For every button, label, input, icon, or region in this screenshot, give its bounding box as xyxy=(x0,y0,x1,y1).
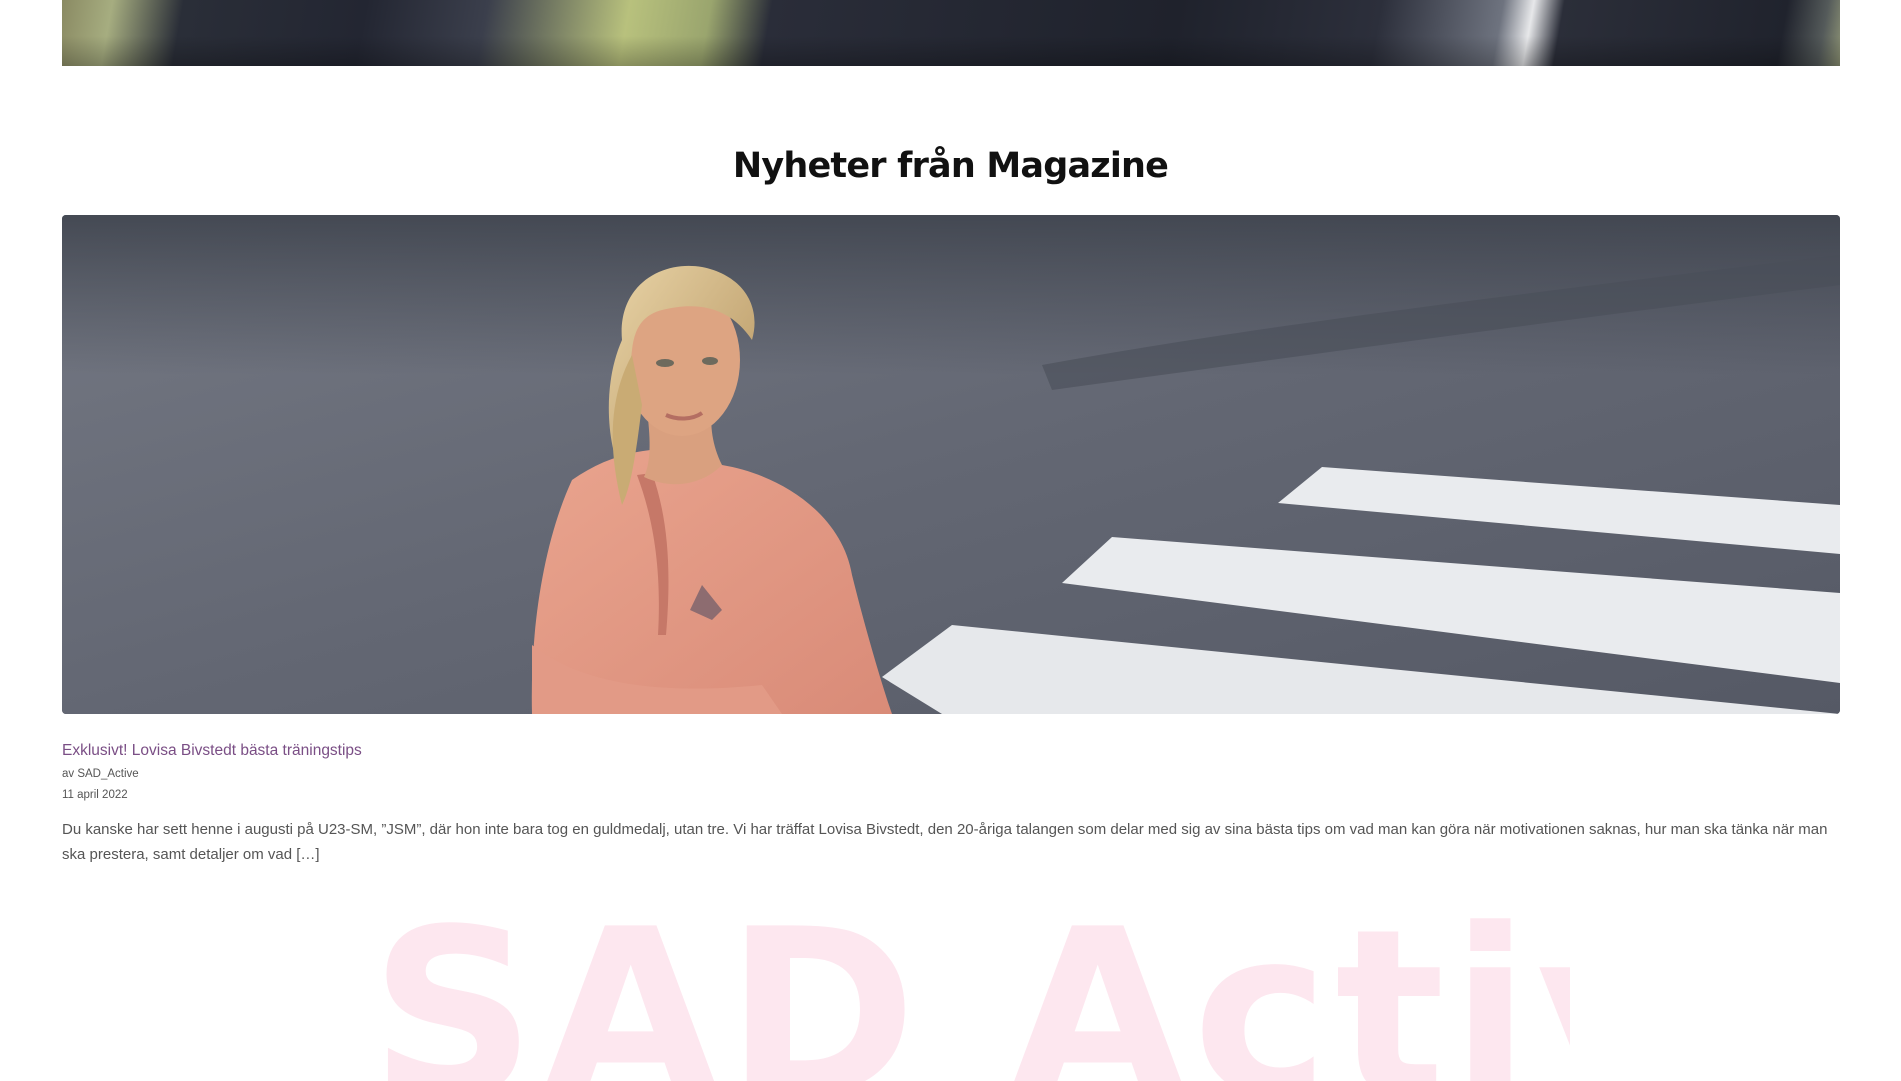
section-title: Nyheter från Magazine xyxy=(732,146,1169,186)
banner-shade xyxy=(62,36,1840,66)
post-excerpt: Du kanske har sett henne i augusti på U2… xyxy=(62,821,1828,863)
featured-image-illustration xyxy=(62,215,1840,714)
brand-watermark: SAD Active xyxy=(370,900,1570,1081)
post-featured-image[interactable] xyxy=(62,215,1840,714)
brand-watermark-text: SAD Active xyxy=(370,900,1570,1081)
page: Nyheter från Magazine Exklusivt! Lovisa … xyxy=(0,0,1901,1081)
post-date: 11 april 2022 xyxy=(62,789,128,801)
post-author: av SAD_Active xyxy=(62,768,139,780)
post-title-link[interactable]: Exklusivt! Lovisa Bivstedt bästa träning… xyxy=(62,742,362,760)
top-banner-image xyxy=(62,0,1840,66)
